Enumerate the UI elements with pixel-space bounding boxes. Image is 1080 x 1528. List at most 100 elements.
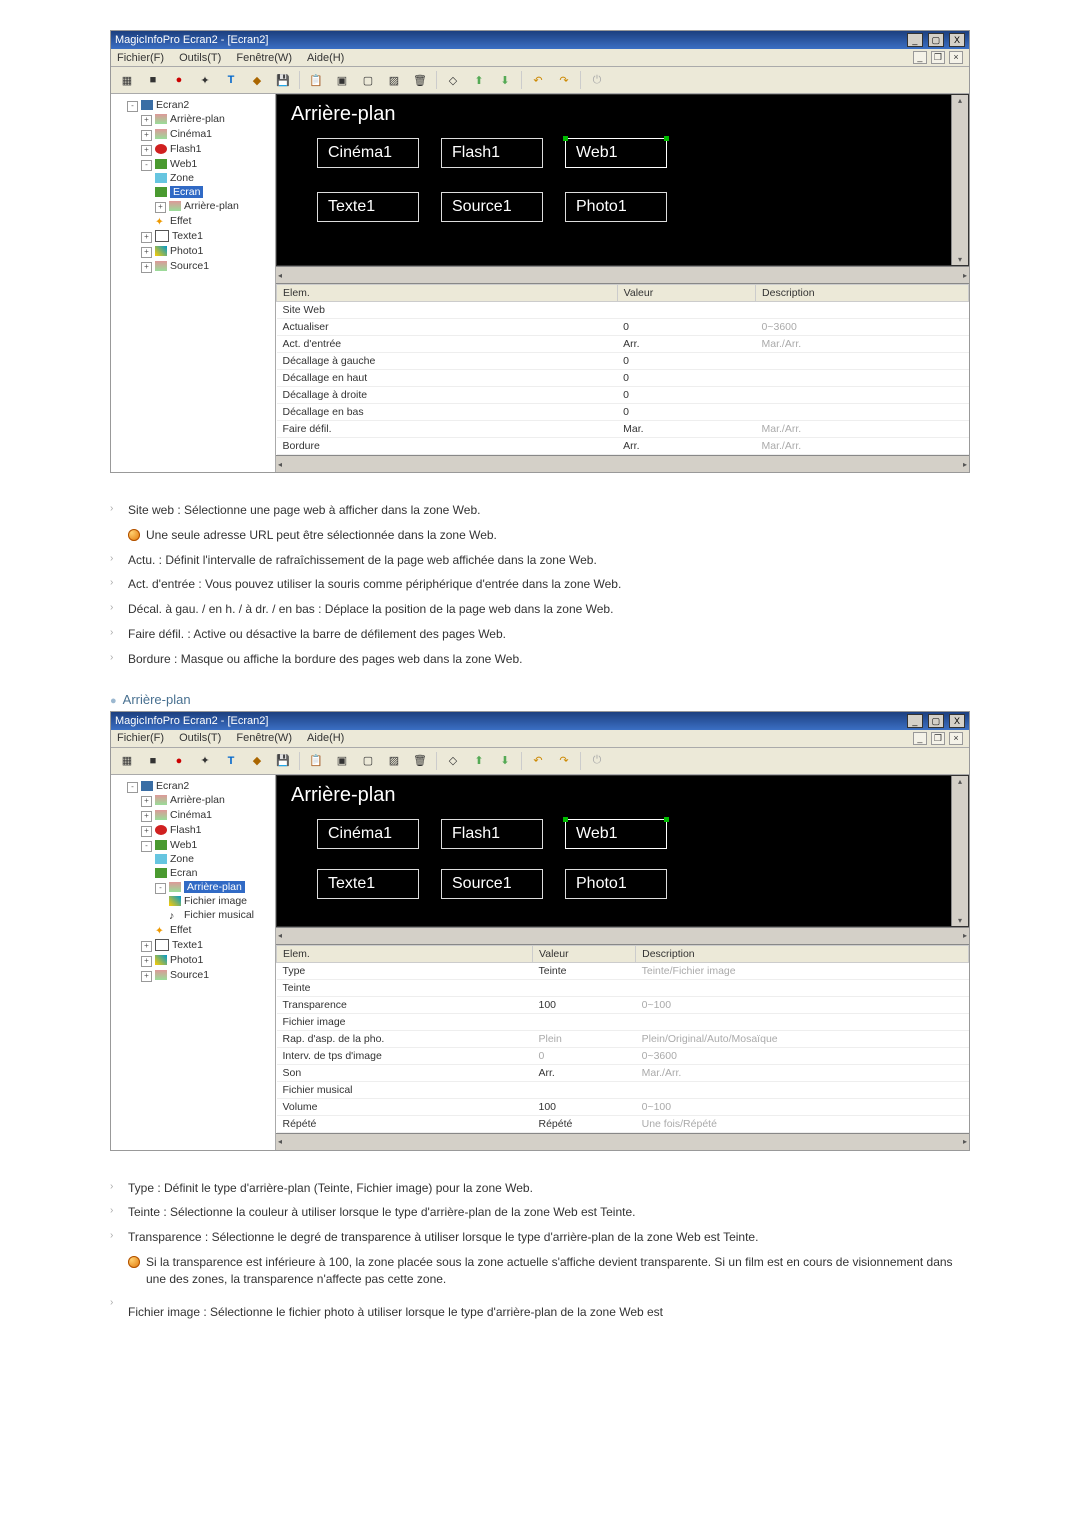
expand-icon[interactable]: + <box>141 115 152 126</box>
tool-icon-11[interactable]: ▨ <box>382 750 406 772</box>
zone-box[interactable]: Photo1 <box>565 192 667 222</box>
collapse-icon[interactable]: - <box>141 160 152 171</box>
minimize-icon[interactable]: _ <box>907 33 923 47</box>
property-value[interactable]: 0 <box>533 1047 636 1064</box>
tool-up-icon[interactable]: ⬆ <box>467 69 491 91</box>
property-row[interactable]: TypeTeinteTeinte/Fichier image <box>277 962 969 979</box>
tree-item-web[interactable]: -Web1 Zone Ecran -Arrière-plan Fichier i… <box>141 838 273 938</box>
expand-icon[interactable]: + <box>141 130 152 141</box>
zone-box[interactable]: Cinéma1 <box>317 138 419 168</box>
property-value[interactable] <box>533 1013 636 1030</box>
expand-icon[interactable]: + <box>141 247 152 258</box>
expand-icon[interactable]: + <box>141 811 152 822</box>
zone-box[interactable]: Flash1 <box>441 819 543 849</box>
maximize-icon[interactable]: ▢ <box>928 714 944 728</box>
tool-bring-front-icon[interactable]: ▣ <box>330 69 354 91</box>
property-value[interactable] <box>533 1081 636 1098</box>
collapse-icon[interactable]: - <box>127 101 138 112</box>
menu-tools[interactable]: Outils(T) <box>179 732 221 744</box>
tool-icon-8[interactable]: 📋 <box>304 69 328 91</box>
properties-horizontal-scrollbar[interactable]: ◂▸ <box>276 1133 969 1150</box>
col-header-desc[interactable]: Description <box>756 285 969 302</box>
tool-icon-13[interactable]: ◇ <box>441 69 465 91</box>
property-row[interactable]: Faire défil.Mar.Mar./Arr. <box>277 421 969 438</box>
tree-item[interactable]: +Photo1 <box>141 244 273 259</box>
property-value[interactable]: Arr. <box>617 336 755 353</box>
tool-icon-6[interactable]: ◆ <box>245 69 269 91</box>
mdi-minimize-icon[interactable]: _ <box>913 51 927 64</box>
expand-icon[interactable]: + <box>141 971 152 982</box>
expand-icon[interactable]: + <box>141 145 152 156</box>
tool-delete-icon[interactable]: 🗑 <box>408 69 432 91</box>
property-row[interactable]: Décallage en bas0 <box>277 404 969 421</box>
expand-icon[interactable]: + <box>141 796 152 807</box>
tool-down-icon[interactable]: ⬇ <box>493 69 517 91</box>
tree-item[interactable]: +Photo1 <box>141 953 273 968</box>
col-header-elem[interactable]: Elem. <box>277 945 533 962</box>
tree-item[interactable]: +Flash1 <box>141 823 273 838</box>
vertical-scrollbar[interactable] <box>951 776 968 926</box>
property-value[interactable]: Mar. <box>617 421 755 438</box>
property-value[interactable]: 0 <box>617 370 755 387</box>
property-row[interactable]: BordureArr.Mar./Arr. <box>277 438 969 455</box>
tool-record-icon[interactable]: ● <box>167 750 191 772</box>
col-header-elem[interactable]: Elem. <box>277 285 618 302</box>
properties-horizontal-scrollbar[interactable]: ◂▸ <box>276 455 969 472</box>
canvas-horizontal-scrollbar[interactable]: ◂▸ <box>276 927 969 944</box>
property-row[interactable]: Interv. de tps d'image00~3600 <box>277 1047 969 1064</box>
property-value[interactable]: 0 <box>617 319 755 336</box>
col-header-value[interactable]: Valeur <box>617 285 755 302</box>
property-row[interactable]: Décallage en haut0 <box>277 370 969 387</box>
tree-item[interactable]: +Cinéma1 <box>141 127 273 142</box>
maximize-icon[interactable]: ▢ <box>928 33 944 47</box>
tree-item[interactable]: +Source1 <box>141 968 273 983</box>
col-header-desc[interactable]: Description <box>636 945 969 962</box>
zone-box-selected[interactable]: Web1 <box>565 138 667 168</box>
vertical-scrollbar[interactable] <box>951 95 968 265</box>
tool-icon-1[interactable]: ▦ <box>115 750 139 772</box>
tool-redo-icon[interactable]: ↷ <box>552 750 576 772</box>
property-value[interactable] <box>533 979 636 996</box>
tree-item[interactable]: +Texte1 <box>141 229 273 244</box>
property-row[interactable]: Décallage à gauche0 <box>277 353 969 370</box>
property-value[interactable]: Plein <box>533 1030 636 1047</box>
mdi-close-icon[interactable]: × <box>949 732 963 745</box>
tree-item[interactable]: +Arrière-plan <box>155 199 273 214</box>
tool-up-icon[interactable]: ⬆ <box>467 750 491 772</box>
tool-stop-icon[interactable]: ⏻ <box>585 750 609 772</box>
tree-item-web[interactable]: -Web1 Zone Ecran +Arrière-plan ✦Effet <box>141 157 273 229</box>
menu-tools[interactable]: Outils(T) <box>179 52 221 64</box>
close-icon[interactable]: X <box>949 714 965 728</box>
tool-send-back-icon[interactable]: ▢ <box>356 750 380 772</box>
zone-box[interactable]: Cinéma1 <box>317 819 419 849</box>
property-row[interactable]: Fichier musical <box>277 1081 969 1098</box>
titlebar[interactable]: MagicInfoPro Ecran2 - [Ecran2] _ ▢ X <box>111 712 969 730</box>
close-icon[interactable]: X <box>949 33 965 47</box>
tool-delete-icon[interactable]: 🗑 <box>408 750 432 772</box>
tree-item[interactable]: +Source1 <box>141 259 273 274</box>
tree-item-selected[interactable]: -Arrière-plan Fichier image ♪Fichier mus… <box>155 880 273 923</box>
tree-item[interactable]: Ecran <box>155 866 273 880</box>
expand-icon[interactable]: + <box>155 202 166 213</box>
tool-down-icon[interactable]: ⬇ <box>493 750 517 772</box>
zone-box[interactable]: Texte1 <box>317 192 419 222</box>
expand-icon[interactable]: + <box>141 262 152 273</box>
tool-icon-6[interactable]: ◆ <box>245 750 269 772</box>
tree-item[interactable]: Zone <box>155 171 273 185</box>
zone-box[interactable]: Flash1 <box>441 138 543 168</box>
tree-root[interactable]: -Ecran2 +Arrière-plan +Cinéma1 +Flash1 -… <box>127 98 273 275</box>
tree-item[interactable]: Fichier image <box>169 894 273 908</box>
tool-text-icon[interactable]: T <box>219 69 243 91</box>
zone-box-selected[interactable]: Web1 <box>565 819 667 849</box>
expand-icon[interactable]: + <box>141 232 152 243</box>
zone-box[interactable]: Source1 <box>441 869 543 899</box>
tree-root[interactable]: -Ecran2 +Arrière-plan +Cinéma1 +Flash1 -… <box>127 779 273 984</box>
property-row[interactable]: RépétéRépétéUne fois/Répété <box>277 1115 969 1132</box>
collapse-icon[interactable]: - <box>141 841 152 852</box>
canvas-horizontal-scrollbar[interactable]: ◂▸ <box>276 266 969 283</box>
tree-item[interactable]: +Flash1 <box>141 142 273 157</box>
minimize-icon[interactable]: _ <box>907 714 923 728</box>
mdi-restore-icon[interactable]: ❐ <box>931 732 945 745</box>
mdi-minimize-icon[interactable]: _ <box>913 732 927 745</box>
tool-save-icon[interactable]: 💾 <box>271 750 295 772</box>
